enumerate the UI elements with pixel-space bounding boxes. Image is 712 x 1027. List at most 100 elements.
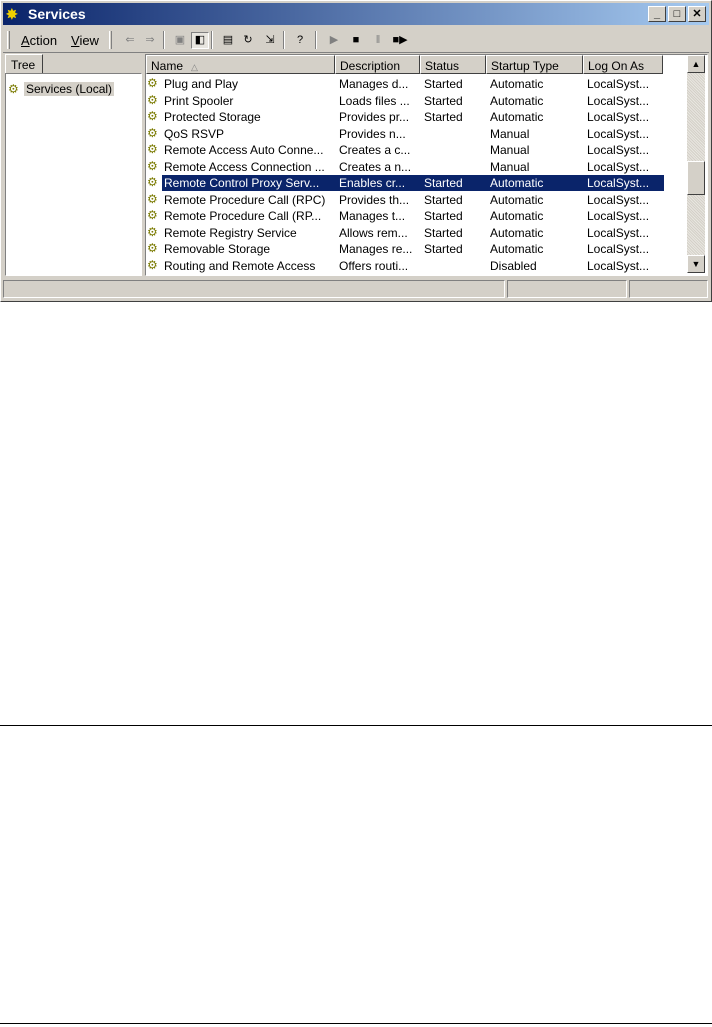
page-rule-1 xyxy=(0,725,712,726)
table-row[interactable]: ⚙ Routing and Remote Access Offers routi..… xyxy=(146,258,686,275)
services-list: Name △ Description Status Startup Type Lo… xyxy=(145,54,708,276)
cell-log-on-as: LocalSyst... xyxy=(587,93,650,108)
toolbar-grip[interactable] xyxy=(109,31,112,49)
vertical-scrollbar[interactable]: ▲ ▼ xyxy=(687,55,705,273)
table-row-selected[interactable]: ⚙ Remote Control Proxy Serv... Enables cr.… xyxy=(146,175,686,192)
cell-startup-type: Manual xyxy=(490,159,530,174)
column-header-log-on-as-label: Log On As xyxy=(588,59,645,73)
table-row[interactable]: ⚙ Remote Access Connection ... Creates a n… xyxy=(146,159,686,176)
pause-service-button[interactable]: ‖ xyxy=(369,32,387,49)
services-gear-icon: ✸ xyxy=(6,6,18,22)
maximize-button[interactable]: □ xyxy=(668,6,686,22)
properties-icon: ▤ xyxy=(222,34,234,46)
cell-startup-type: Disabled xyxy=(490,258,537,273)
scroll-down-button[interactable]: ▼ xyxy=(687,255,705,273)
toolbar-separator xyxy=(211,31,213,49)
cell-name: Protected Storage xyxy=(164,110,261,124)
service-gear-icon: ⚙ xyxy=(147,76,158,90)
menu-action[interactable]: Action xyxy=(21,33,57,48)
stop-service-button[interactable]: ■ xyxy=(347,32,365,49)
table-row[interactable]: ⚙ Remote Registry Service Allows rem... Sta… xyxy=(146,225,686,242)
cell-log-on-as: LocalSyst... xyxy=(587,77,650,91)
cell-status: Started xyxy=(424,209,463,223)
cell-name: Plug and Play xyxy=(164,77,239,91)
cell-log-on-as: LocalSyst... xyxy=(587,126,650,141)
toolbar-separator xyxy=(163,31,165,49)
close-button[interactable]: ✕ xyxy=(688,6,706,22)
cell-startup-type: Automatic xyxy=(490,176,544,190)
menu-action-mnemonic: A xyxy=(21,33,30,48)
status-cell-main xyxy=(3,280,505,298)
up-folder-button[interactable]: ▣ xyxy=(171,32,189,49)
service-gear-icon: ⚙ xyxy=(147,175,158,189)
table-row[interactable]: ⚙ Protected Storage Provides pr... Started A… xyxy=(146,109,686,126)
menu-view[interactable]: View xyxy=(71,33,99,48)
cell-name: Remote Access Connection ... xyxy=(164,159,325,174)
start-service-button[interactable]: ▶ xyxy=(325,32,343,49)
table-row[interactable]: ⚙ Plug and Play Manages d... Started Automat… xyxy=(146,76,686,93)
cell-description: Loads files ... xyxy=(339,93,410,108)
properties-button[interactable]: ▤ xyxy=(219,32,237,49)
service-gear-icon: ⚙ xyxy=(147,158,158,173)
table-row[interactable]: ⚙ Remote Access Auto Conne... Creates a c.… xyxy=(146,142,686,159)
menu-toolbar: Action View ⇐ ⇒ ▣ ◧ ▤ ↻ ⇲? ▶ ■ ‖ ■▶ xyxy=(3,28,709,53)
minimize-button[interactable]: _ xyxy=(648,6,666,22)
help-icon: ? xyxy=(296,34,304,46)
column-header-status[interactable]: Status xyxy=(420,55,486,74)
table-row[interactable]: ⚙ Remote Procedure Call (RPC) Provides th.… xyxy=(146,192,686,209)
refresh-icon: ↻ xyxy=(243,34,253,46)
service-gear-icon: ⚙ xyxy=(147,191,158,206)
title-bar[interactable]: ✸ Services _ □ ✕ xyxy=(3,3,709,25)
status-bar xyxy=(3,280,709,299)
cell-log-on-as: LocalSyst... xyxy=(587,258,650,273)
restart-service-button[interactable]: ■▶ xyxy=(391,32,409,49)
service-gear-icon: ⚙ xyxy=(147,142,158,156)
cell-status: Started xyxy=(424,192,463,207)
scroll-up-arrow-icon: ▲ xyxy=(691,59,701,69)
table-row[interactable]: ⚙ Remote Procedure Call (RP... Manages t..… xyxy=(146,208,686,225)
export-list-icon: ⇲ xyxy=(265,34,275,46)
services-window: ✸ Services _ □ ✕ Action View ⇐ ⇒ ▣ ◧ ▤ ↻ ⇲? ▶ ■ ‖… xyxy=(0,0,712,302)
cell-description: Manages re... xyxy=(339,242,413,256)
menu-grip[interactable] xyxy=(7,31,10,49)
back-arrow-button[interactable]: ⇐ xyxy=(121,32,139,49)
table-row[interactable]: ⚙ QoS RSVP Provides n... Manual LocalSyst... xyxy=(146,126,686,143)
maximize-icon: □ xyxy=(673,8,681,20)
column-header-description[interactable]: Description xyxy=(335,55,420,74)
export-list-button[interactable]: ⇲ xyxy=(261,32,279,49)
forward-arrow-button[interactable]: ⇒ xyxy=(141,32,159,49)
cell-description: Offers routi... xyxy=(339,258,409,273)
cell-description: Manages d... xyxy=(339,77,409,91)
cell-startup-type: Manual xyxy=(490,143,530,157)
cell-startup-type: Automatic xyxy=(490,242,544,256)
show-hide-tree-button[interactable]: ◧ xyxy=(191,32,209,49)
column-header-log-on-as[interactable]: Log On As xyxy=(583,55,663,74)
cell-log-on-as: LocalSyst... xyxy=(587,209,650,223)
cell-log-on-as: LocalSyst... xyxy=(587,225,650,240)
toolbar-separator xyxy=(315,31,317,49)
column-header-name[interactable]: Name △ xyxy=(146,55,335,74)
tab-tree[interactable]: Tree xyxy=(5,54,43,74)
service-gear-icon: ⚙ xyxy=(147,224,158,239)
cell-status: Started xyxy=(424,176,463,190)
column-header-startup-type[interactable]: Startup Type xyxy=(486,55,583,74)
scroll-thumb[interactable] xyxy=(687,161,705,195)
scroll-down-arrow-icon: ▼ xyxy=(691,259,701,269)
table-row[interactable]: ⚙ Removable Storage Manages re... Started Au… xyxy=(146,241,686,258)
scroll-up-button[interactable]: ▲ xyxy=(687,55,705,73)
cell-log-on-as: LocalSyst... xyxy=(587,176,650,190)
status-cell-2 xyxy=(507,280,627,298)
cell-log-on-as: LocalSyst... xyxy=(587,242,650,256)
service-gear-icon: ⚙ xyxy=(147,92,158,107)
tree-node-services-local[interactable]: ⚙ Services (Local) xyxy=(8,82,115,98)
cell-name: Remote Access Auto Conne... xyxy=(164,143,324,157)
forward-arrow-icon: ⇒ xyxy=(145,34,155,46)
table-row[interactable]: ⚙ Print Spooler Loads files ... Started Auto… xyxy=(146,93,686,110)
refresh-button[interactable]: ↻ xyxy=(239,32,257,49)
help-button[interactable]: ? xyxy=(291,32,309,49)
close-icon: ✕ xyxy=(692,8,702,20)
cell-description: Provides pr... xyxy=(339,110,410,124)
service-gear-icon: ⚙ xyxy=(147,208,158,222)
cell-name: Remote Procedure Call (RPC) xyxy=(164,192,326,207)
cell-name: Routing and Remote Access xyxy=(164,258,316,273)
